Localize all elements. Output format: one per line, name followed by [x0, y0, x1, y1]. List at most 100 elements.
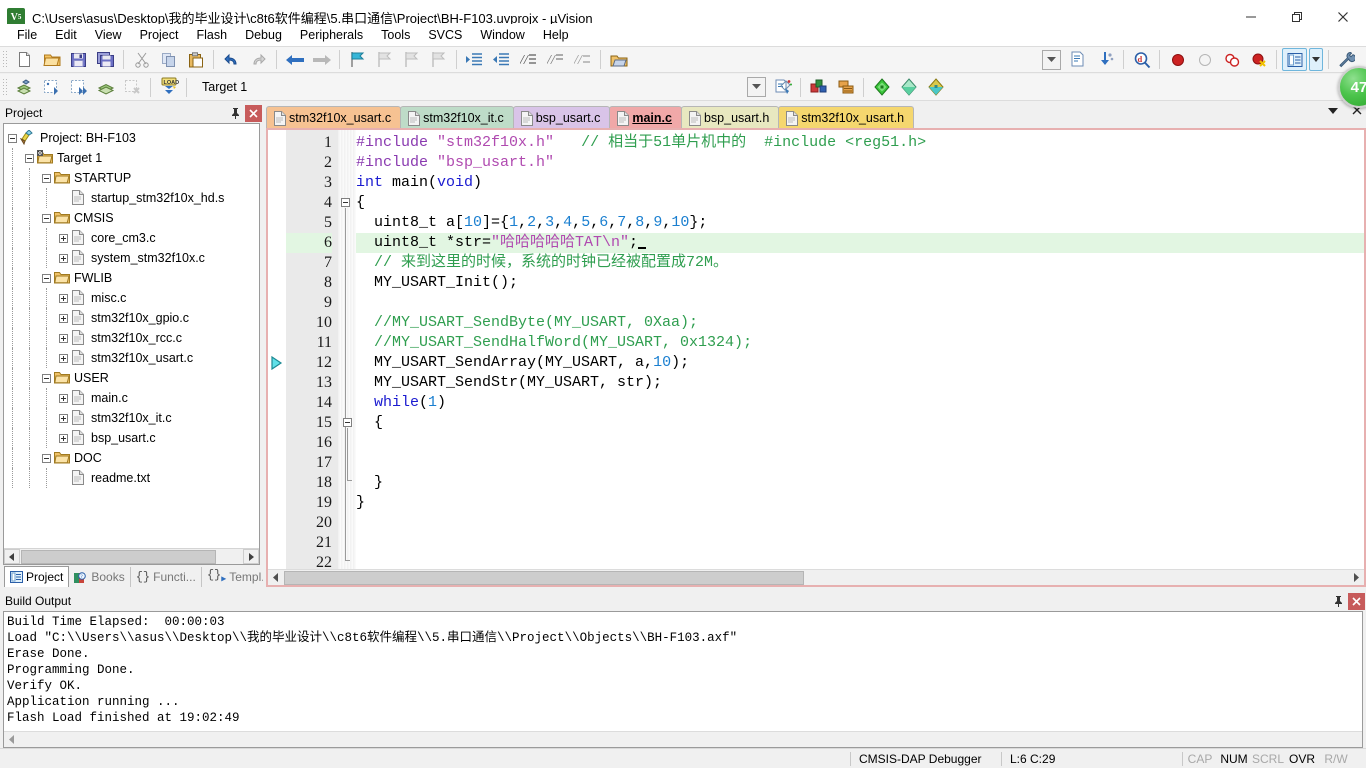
breakpoint-gutter[interactable]: [268, 130, 286, 585]
code-line[interactable]: MY_USART_SendStr(MY_USART, str);: [356, 373, 1364, 393]
download-icon[interactable]: LOAD: [156, 76, 181, 99]
code-line[interactable]: //MY_USART_SendByte(MY_USART, 0Xaa);: [356, 313, 1364, 333]
project-tree-hscrollbar[interactable]: [4, 548, 259, 564]
tree-item[interactable]: core_cm3.c: [8, 228, 259, 248]
tree-collapse-toggle[interactable]: [42, 213, 51, 223]
tree-expand-toggle[interactable]: [59, 393, 68, 403]
scroll-left-button[interactable]: [268, 570, 284, 585]
open-folder-icon[interactable]: [606, 48, 631, 71]
breakpoint-icon[interactable]: [1165, 48, 1190, 71]
fold-toggle-icon[interactable]: [343, 418, 352, 427]
tree-item[interactable]: stm32f10x_usart.c: [8, 348, 259, 368]
target-select[interactable]: Target 1: [197, 77, 327, 98]
stop-build-icon[interactable]: [120, 76, 145, 99]
indent-icon[interactable]: [462, 48, 487, 71]
menu-item-debug[interactable]: Debug: [236, 25, 291, 45]
bookmark-toggle-icon[interactable]: [345, 48, 370, 71]
configure-target-icon[interactable]: [806, 76, 831, 99]
tree-item[interactable]: stm32f10x_gpio.c: [8, 308, 259, 328]
window-layout-dropdown-icon[interactable]: [1309, 48, 1323, 71]
scroll-left-button[interactable]: [4, 549, 20, 564]
tree-expand-toggle[interactable]: [59, 313, 68, 323]
build-output-text[interactable]: Build Time Elapsed: 00:00:03 Load "C:\\Us…: [3, 611, 1363, 748]
new-file-icon[interactable]: [12, 48, 37, 71]
translate-icon[interactable]: [12, 76, 37, 99]
menu-item-view[interactable]: View: [86, 25, 131, 45]
comment-icon[interactable]: //: [516, 48, 541, 71]
bookmark-clear-icon[interactable]: [426, 48, 451, 71]
tree-item[interactable]: FWLIB: [8, 268, 259, 288]
save-all-icon[interactable]: [93, 48, 118, 71]
breakpoint-disable-all-icon[interactable]: [1219, 48, 1244, 71]
find-in-files-icon[interactable]: d: [1129, 48, 1154, 71]
code-line[interactable]: [356, 533, 1364, 553]
code-line[interactable]: while(1): [356, 393, 1364, 413]
editor-tab-stm32f10x-usart-c[interactable]: stm32f10x_usart.c: [266, 106, 402, 128]
rebuild-icon[interactable]: [66, 76, 91, 99]
project-tree[interactable]: Project: BH-F103 Target 1 STARTUP startup_s…: [3, 123, 260, 565]
pin-icon[interactable]: [227, 105, 244, 122]
menu-item-tools[interactable]: Tools: [372, 25, 419, 45]
code-line[interactable]: }: [356, 473, 1364, 493]
tree-item[interactable]: STARTUP: [8, 168, 259, 188]
code-line[interactable]: {: [356, 413, 1364, 433]
code-line[interactable]: [356, 513, 1364, 533]
editor-tab-main-c[interactable]: main.c: [609, 106, 682, 128]
editor-tab-stm32f10x-it-c[interactable]: stm32f10x_it.c: [400, 106, 514, 128]
tree-item[interactable]: main.c: [8, 388, 259, 408]
scroll-right-button[interactable]: [243, 549, 259, 564]
tree-item[interactable]: misc.c: [8, 288, 259, 308]
tree-expand-toggle[interactable]: [59, 353, 68, 363]
configure-icon[interactable]: [1093, 48, 1118, 71]
fold-toggle-icon[interactable]: [341, 198, 350, 207]
copy-icon[interactable]: [156, 48, 181, 71]
tree-item[interactable]: startup_stm32f10x_hd.s: [8, 188, 259, 208]
tree-expand-toggle[interactable]: [59, 333, 68, 343]
code-line[interactable]: uint8_t a[10]={1,2,3,4,5,6,7,8,9,10};: [356, 213, 1364, 233]
undo-icon[interactable]: [219, 48, 244, 71]
tree-expand-toggle[interactable]: [59, 293, 68, 303]
editor-tab-bsp-usart-h[interactable]: bsp_usart.h: [680, 106, 780, 128]
breakpoint-disable-icon[interactable]: [1192, 48, 1217, 71]
code-line[interactable]: MY_USART_Init();: [356, 273, 1364, 293]
uncomment-icon[interactable]: //: [543, 48, 568, 71]
open-file-icon[interactable]: [39, 48, 64, 71]
tree-expand-toggle[interactable]: [59, 233, 68, 243]
manage-project-items-icon[interactable]: [770, 76, 795, 99]
tree-item[interactable]: USER: [8, 368, 259, 388]
tree-collapse-toggle[interactable]: [8, 133, 17, 143]
code-line[interactable]: [356, 293, 1364, 313]
chevron-down-icon[interactable]: [747, 77, 766, 97]
code-line[interactable]: }: [356, 493, 1364, 513]
redo-icon[interactable]: [246, 48, 271, 71]
manage-components-icon[interactable]: [833, 76, 858, 99]
tree-item[interactable]: readme.txt: [8, 468, 259, 488]
build-icon[interactable]: [39, 76, 64, 99]
insert-file-icon[interactable]: [1066, 48, 1091, 71]
scroll-left-button[interactable]: [4, 732, 20, 747]
code-line[interactable]: [356, 453, 1364, 473]
panel-tab-project[interactable]: Project: [4, 566, 70, 587]
bookmark-prev-icon[interactable]: [372, 48, 397, 71]
code-line[interactable]: [356, 433, 1364, 453]
find-scope-dropdown-button[interactable]: [1039, 48, 1064, 71]
code-line[interactable]: int main(void): [356, 173, 1364, 193]
save-icon[interactable]: [66, 48, 91, 71]
tree-expand-toggle[interactable]: [59, 253, 68, 263]
tree-item[interactable]: Target 1: [8, 148, 259, 168]
pin-icon[interactable]: [1330, 593, 1347, 610]
tree-collapse-toggle[interactable]: [42, 173, 51, 183]
code-line[interactable]: MY_USART_SendArray(MY_USART, a,10);: [356, 353, 1364, 373]
menu-item-help[interactable]: Help: [534, 25, 578, 45]
breakpoint-kill-all-icon[interactable]: [1246, 48, 1271, 71]
close-icon[interactable]: [1348, 592, 1365, 610]
tree-collapse-toggle[interactable]: [42, 373, 51, 383]
code-line[interactable]: //MY_USART_SendHalfWord(MY_USART, 0x1324…: [356, 333, 1364, 353]
close-icon[interactable]: [245, 104, 262, 122]
code-line[interactable]: // 来到这里的时候，系统的时钟已经被配置成72M。: [356, 253, 1364, 273]
cut-icon[interactable]: [129, 48, 154, 71]
bookmark-next-icon[interactable]: [399, 48, 424, 71]
debug-settings-icon[interactable]: [869, 76, 894, 99]
editor-hscrollbar[interactable]: [268, 569, 1364, 585]
tree-item[interactable]: stm32f10x_rcc.c: [8, 328, 259, 348]
